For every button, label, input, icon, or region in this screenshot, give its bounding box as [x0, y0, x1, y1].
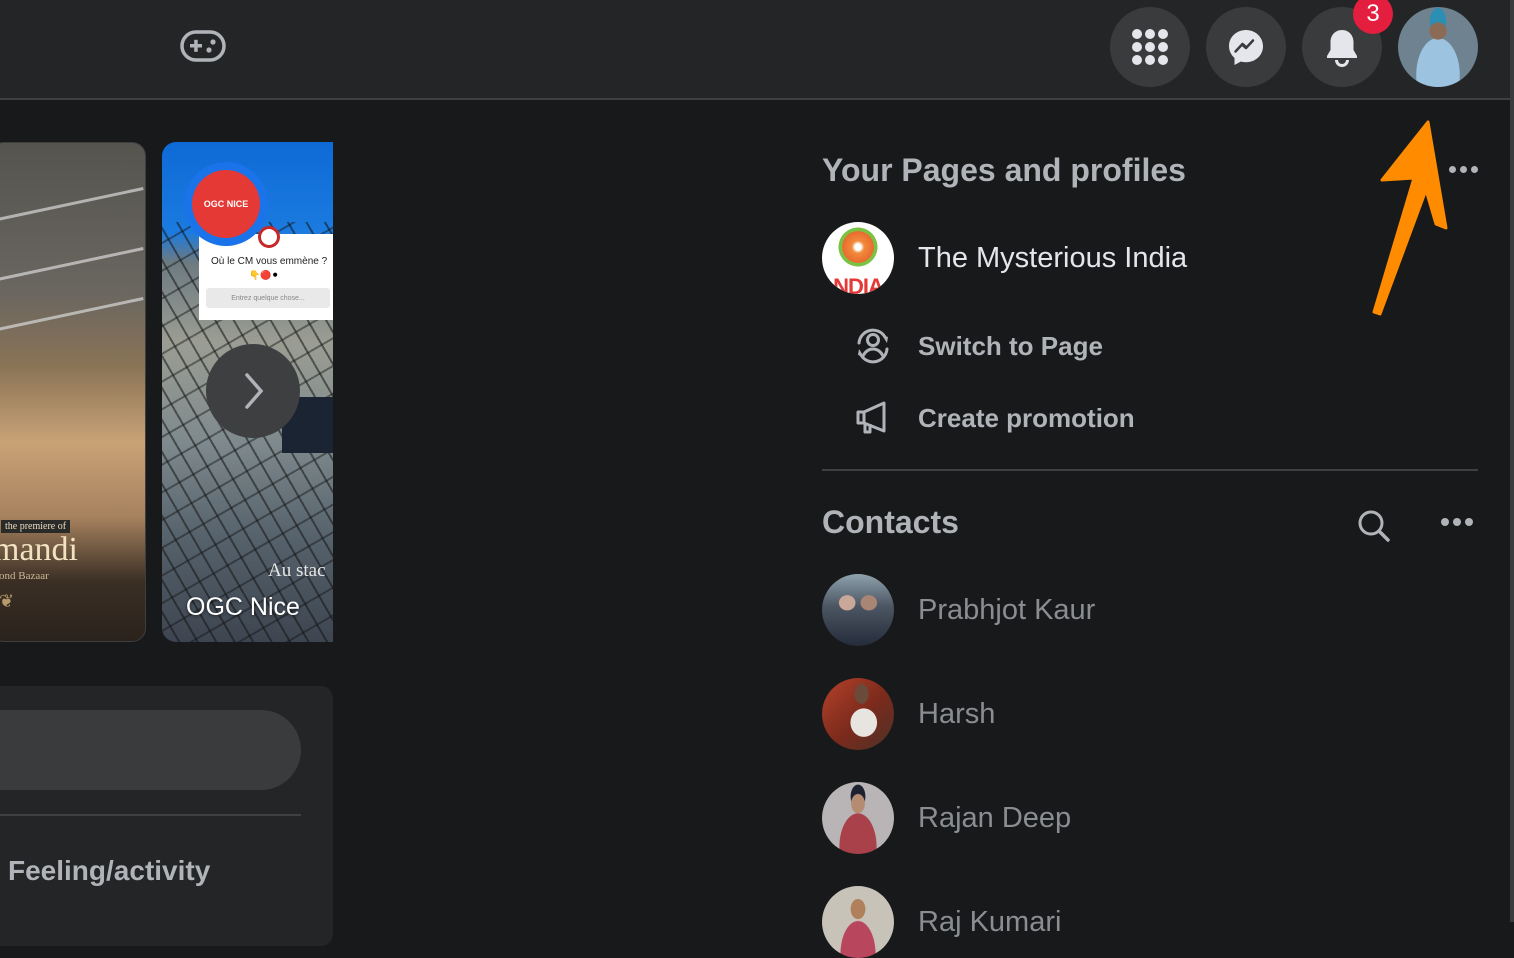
- story-profile-logo: OGC NICE: [184, 162, 268, 246]
- switch-to-page-label: Switch to Page: [918, 330, 1103, 361]
- search-contacts-icon[interactable]: [1356, 508, 1392, 544]
- contact-avatar: [822, 886, 894, 958]
- story-author-name: OGC Nice: [186, 593, 300, 621]
- annotation-arrow-icon: [1372, 120, 1448, 316]
- create-promotion-label: Create promotion: [918, 402, 1135, 433]
- menu-button[interactable]: [1110, 7, 1190, 87]
- page-avatar[interactable]: NDIA: [822, 222, 894, 294]
- stories-next-button[interactable]: [206, 344, 300, 438]
- story-card[interactable]: the premiere of mandi ond Bazaar ❦: [0, 142, 146, 642]
- story-caption-sub: ond Bazaar: [0, 570, 49, 582]
- pages-more-options-icon[interactable]: [1449, 166, 1478, 173]
- switch-profile-icon: [852, 326, 894, 366]
- contact-list-item[interactable]: Raj Kumari: [822, 886, 1061, 958]
- create-promotion-button[interactable]: Create promotion: [852, 398, 1135, 438]
- messenger-button[interactable]: [1206, 7, 1286, 87]
- grid-menu-icon: [1132, 29, 1168, 65]
- section-divider: [822, 469, 1478, 471]
- story-emoji: 👇🔴⚫: [249, 270, 279, 280]
- composer-divider: [0, 814, 301, 816]
- contact-list-item[interactable]: Rajan Deep: [822, 782, 1071, 854]
- story-overlay-text: Au stac: [268, 560, 326, 581]
- contacts-section-title: Contacts: [822, 504, 959, 540]
- story-caption-title: mandi: [0, 531, 78, 568]
- contact-list-item[interactable]: Harsh: [822, 678, 995, 750]
- page-logo-text: NDIA: [833, 274, 884, 294]
- contact-name: Prabhjot Kaur: [918, 593, 1096, 626]
- contact-avatar: [822, 574, 894, 646]
- profile-avatar[interactable]: [1398, 7, 1478, 87]
- contact-avatar: [822, 678, 894, 750]
- top-navigation-bar: 3: [0, 0, 1510, 100]
- contact-name: Harsh: [918, 697, 996, 730]
- contact-list-item[interactable]: Prabhjot Kaur: [822, 574, 1095, 646]
- gamepad-icon[interactable]: [180, 30, 226, 62]
- bell-icon: [1327, 30, 1357, 67]
- chevron-right-icon: [245, 373, 264, 409]
- contact-name: Rajan Deep: [918, 801, 1072, 834]
- switch-to-page-button[interactable]: Switch to Page: [852, 326, 1103, 366]
- contacts-more-options-icon[interactable]: [1441, 518, 1473, 526]
- story-question: Où le CM vous emmène ?: [211, 256, 328, 267]
- page-name-link[interactable]: The Mysterious India: [918, 242, 1187, 275]
- story-image-detail: [0, 297, 144, 332]
- story-small-logo: [258, 226, 280, 248]
- page-logo-ring: [836, 225, 880, 269]
- contact-name: Raj Kumari: [918, 905, 1062, 938]
- feeling-activity-button[interactable]: Feeling/activity: [8, 855, 210, 887]
- story-image-detail: [0, 187, 144, 222]
- megaphone-icon: [852, 398, 894, 438]
- window-scrollbar[interactable]: [1510, 0, 1514, 922]
- contact-avatar: [822, 782, 894, 854]
- ornament-icon: ❦: [0, 591, 15, 611]
- notification-badge: 3: [1353, 0, 1393, 34]
- messenger-icon: [1229, 30, 1263, 65]
- story-image-detail: [0, 247, 144, 282]
- pages-section-title: Your Pages and profiles: [822, 152, 1186, 188]
- story-question-input: Entrez quelque chose...: [206, 288, 330, 308]
- whats-on-your-mind-input[interactable]: [0, 710, 301, 790]
- ogc-nice-crest: OGC NICE: [192, 170, 260, 238]
